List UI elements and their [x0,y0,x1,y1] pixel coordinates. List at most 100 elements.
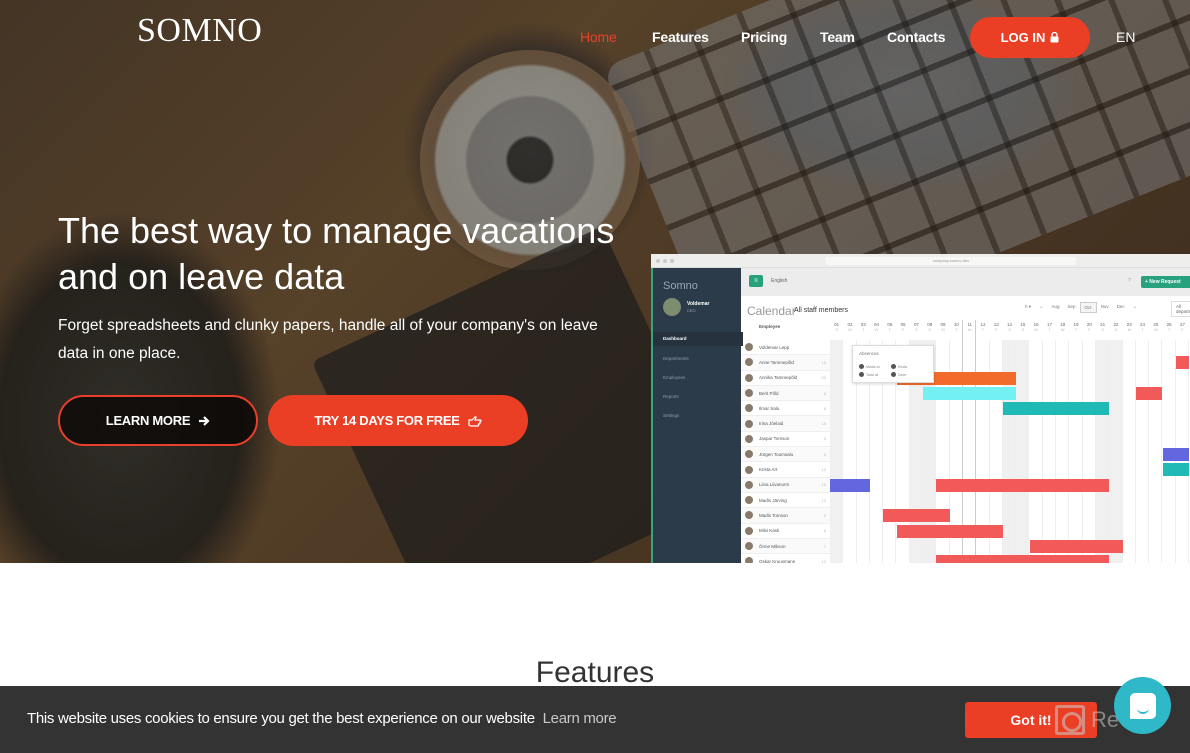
calendar-title: Calendar [747,304,796,318]
nav-pricing[interactable]: Pricing [741,29,787,45]
cookie-text: This website uses cookies to ensure you … [27,710,535,727]
sidebar-item-reports: Reports [663,394,679,399]
leave-bar [1162,463,1190,477]
employee-row: Oskar Kruusmann 12 [741,554,830,563]
day-header: 09 M [940,322,946,332]
day-column [830,340,844,563]
cookie-message: This website uses cookies to ensure you … [27,710,617,727]
day-header: 12 T [980,322,986,332]
month-nav-item: Dec [1116,304,1125,309]
day-header: 07 S [913,322,919,332]
day-header: 24 T [1140,322,1146,332]
employee-avatar [745,358,753,367]
sidebar-item-employees: Employees [663,375,686,380]
employee-name: Madis Tomson [759,512,788,518]
hero-subtitle: Forget spreadsheets and clunky papers, h… [58,317,598,362]
employee-name: Oskar Kruusmann [759,558,796,563]
employee-row: Liina Liivanurm 15 [741,477,830,493]
day-header: 13 F [993,322,999,332]
leave-bar [936,555,1110,563]
employee-avatar [745,404,753,413]
day-column [1016,340,1030,563]
month-nav-item: ← [1039,304,1044,309]
day-column [1096,340,1110,563]
day-header: 26 T [1166,322,1172,332]
chat-bubble-icon [1129,692,1156,719]
nav-contacts[interactable]: Contacts [887,29,945,45]
employee-name: Ilmar Salu [759,405,780,411]
leave-bar [1175,356,1190,370]
user-role: CEO [687,308,696,313]
menu-icon: ≡ [749,275,763,287]
day-column [1030,340,1043,563]
day-column [1069,340,1083,563]
employee-row: Annika Tammepõld 20 [741,371,830,386]
month-nav-item: h ▾ [1025,304,1032,309]
month-nav-item: Nov [1100,304,1109,309]
employee-leave-count: 5 [823,436,826,442]
cookie-learn-more-link[interactable]: Learn more [543,710,617,727]
user-name: Voldemar [687,301,710,307]
employee-name: Jaspar Tomson [759,436,790,442]
employee-avatar [745,496,753,505]
employee-avatar [745,373,753,382]
employee-avatar [745,511,753,520]
address-bar: company.somno.dev [826,257,1076,265]
day-header: 08 S [927,322,933,332]
employee-leave-count: 20 [821,375,826,381]
leave-bar [830,478,870,492]
day-header: 25 W [1153,322,1159,332]
main-nav: Home Features Pricing Team Contacts LOG … [0,0,1190,75]
employee-leave-count: 5 [823,512,826,518]
try-free-label: TRY 14 DAYS FOR FREE [314,413,460,428]
day-header: 18 W [1060,322,1066,332]
day-header: 17 T [1046,322,1052,332]
learn-more-button[interactable]: LEARN MORE [58,395,258,446]
employee-name: Jürgen Toomsalu [759,451,794,457]
day-column [1109,340,1123,563]
day-column [1123,340,1136,563]
employee-row: Jaspar Tomson 5 [741,432,830,448]
employee-avatar [745,419,753,428]
chat-widget-button[interactable] [1114,677,1171,734]
leave-bar [936,478,1110,492]
login-label: LOG IN [1000,30,1046,45]
login-button[interactable]: LOG IN [970,17,1090,58]
day-header: 21 S [1100,322,1106,332]
employee-leave-count: 15 [821,359,826,365]
popup-title: Absences [859,351,879,356]
leave-bar [1135,386,1163,400]
employee-leave-count: 6 [823,390,826,396]
employee-row: Berit Põld 6 [741,385,830,402]
employee-leave-count: 15 [821,482,826,488]
leave-bar [923,386,1017,400]
language-selector[interactable]: EN [1116,29,1135,45]
employee-leave-count: 6 [823,528,826,534]
absences-popup: Absences Madis on Krista Taavi at Dave [852,345,934,383]
nav-team[interactable]: Team [820,29,855,45]
employee-avatar [745,465,753,474]
popup-item: Krista [891,364,907,369]
employee-leave-count: 15 [821,421,826,427]
day-header: 04 W [874,322,880,332]
revain-logo-icon [1055,705,1085,735]
nav-features[interactable]: Features [652,29,709,45]
employee-leave-count: 12 [821,467,826,473]
day-header: 23 M [1126,322,1132,332]
try-free-button[interactable]: TRY 14 DAYS FOR FREE [268,395,528,446]
nav-home[interactable]: Home [580,29,617,45]
employee-avatar [745,450,753,459]
cookie-banner: This website uses cookies to ensure you … [0,686,1190,753]
day-header: 05 T [887,322,893,332]
employee-leave-count: 6 [823,405,826,411]
employee-row: Madis Tomson 5 [741,508,830,524]
employee-avatar [745,542,753,550]
sidebar-item-dashboard: Dashboard [663,336,687,341]
day-header: 20 F [1086,322,1092,332]
day-header: 10 T [953,322,959,332]
app-language-select: English [771,278,788,284]
day-header: 11 W [967,322,972,332]
calendar-subtitle: All staff members [794,307,848,314]
help-icon: ? [1128,278,1131,284]
month-nav-item: Sep [1067,304,1076,309]
